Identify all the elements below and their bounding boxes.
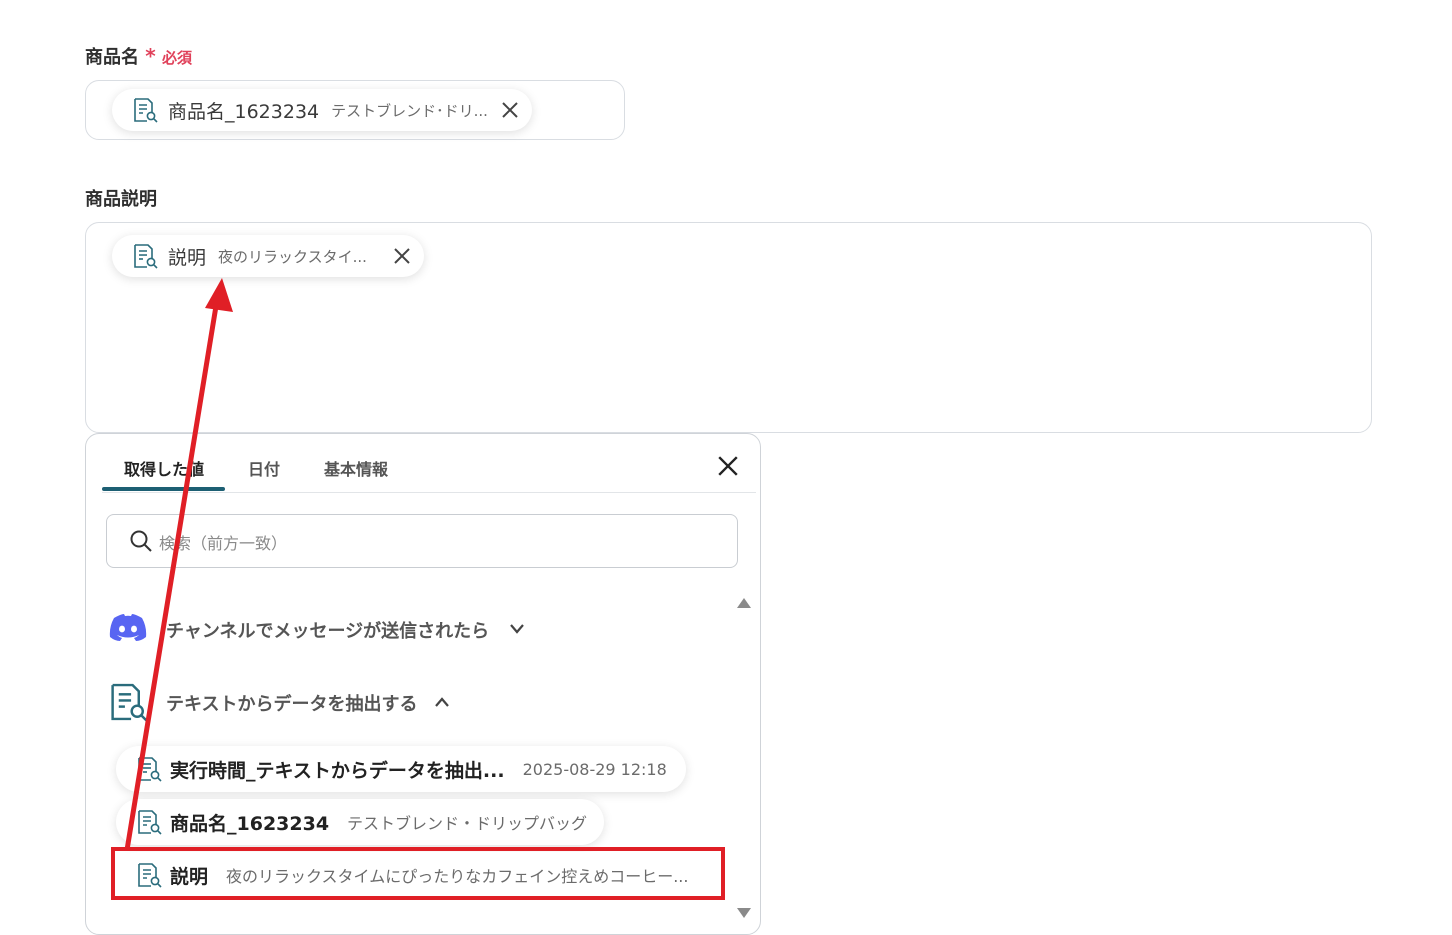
annotation-arrow xyxy=(124,278,233,851)
